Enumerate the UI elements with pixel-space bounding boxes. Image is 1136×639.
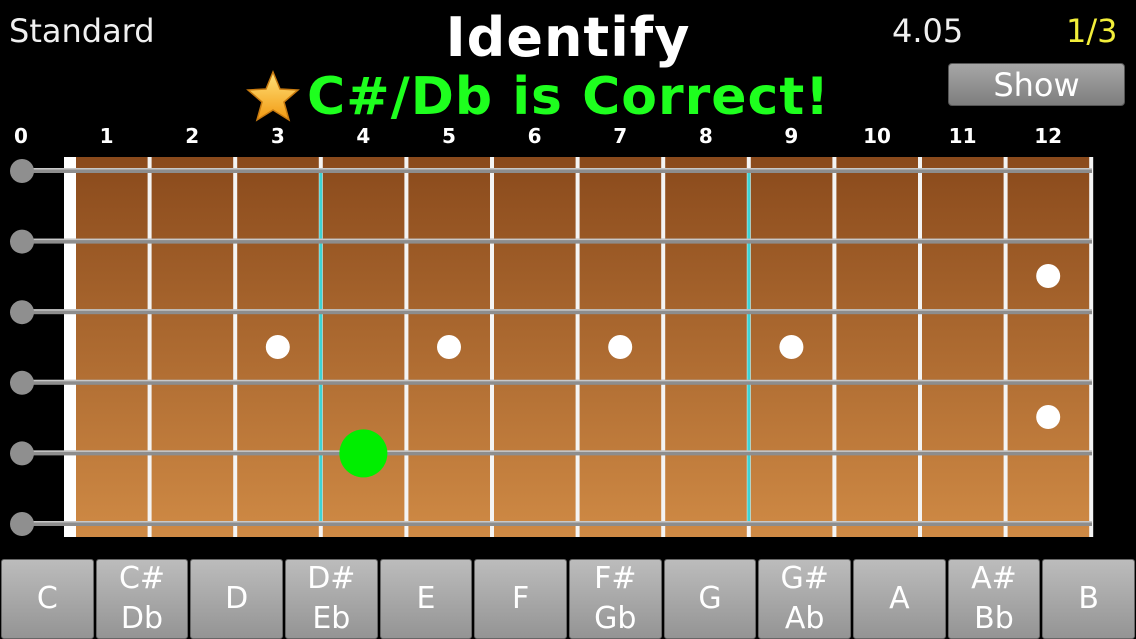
note-button[interactable]: A (853, 559, 946, 639)
string-highlight (22, 379, 1092, 382)
note-button-alt-label: Eb (312, 601, 351, 636)
string-highlight (22, 309, 1092, 311)
note-button[interactable]: F (474, 559, 567, 639)
string-peg (10, 441, 34, 466)
fret-wire (233, 157, 238, 537)
fret-wire (404, 157, 409, 537)
note-button-alt-label: Bb (974, 601, 1014, 636)
note-button-alt-label: Db (120, 601, 164, 636)
note-button[interactable]: A# Bb (947, 559, 1041, 639)
nut (64, 157, 76, 537)
string-highlight (22, 450, 1092, 452)
note-button[interactable]: D# Eb (285, 559, 378, 639)
note-button[interactable]: G (663, 559, 757, 639)
note-button[interactable]: E (379, 559, 473, 639)
note-button[interactable]: B (1042, 559, 1135, 639)
note-button[interactable]: F# Gb (569, 559, 662, 639)
inlay-dot (608, 335, 633, 359)
note-button-label: F# (594, 561, 637, 596)
note-button-alt-label: Gb (594, 601, 637, 636)
note-button-label: D# (307, 561, 356, 596)
fret-wire (575, 157, 580, 537)
fret-wire (1089, 157, 1094, 537)
note-button[interactable]: D (190, 559, 283, 639)
string-peg (10, 229, 34, 254)
inlay-dot (1036, 264, 1061, 288)
note-button-label: F (512, 581, 530, 616)
string-peg (10, 300, 34, 325)
note-button[interactable]: C (1, 559, 94, 639)
note-button-label: C (36, 581, 58, 616)
inlay-dot (1036, 405, 1061, 429)
note-button-label: C# (118, 561, 166, 596)
string-peg (10, 512, 34, 536)
fret-wire (490, 157, 494, 537)
note-button[interactable]: C# Db (95, 559, 189, 639)
note-button-label: B (1078, 581, 1099, 616)
string-highlight (22, 168, 1092, 170)
inlay-dot (779, 335, 804, 359)
note-button-label: E (416, 581, 436, 616)
note-button-label: G# (780, 561, 829, 596)
note-button-bar: C C# Db D D# Eb E F F# Gb G G# Ab A A# Bb B (0, 559, 1136, 639)
note-button-label: A (889, 581, 910, 616)
fretboard[interactable] (0, 0, 1136, 560)
inlay-dot (437, 335, 461, 359)
string-highlight (22, 521, 1092, 523)
string-peg (10, 159, 34, 183)
note-button[interactable]: G# Ab (758, 559, 851, 639)
note-button-label: A# (971, 561, 1017, 596)
note-button-alt-label: Ab (784, 601, 825, 636)
note-marker (339, 429, 388, 478)
fret-wire (661, 157, 666, 537)
fret-wire (832, 157, 837, 537)
string-peg (10, 370, 34, 395)
fret-wire (1003, 157, 1008, 537)
fret-wire (147, 157, 152, 537)
fret-wire (918, 157, 922, 537)
string-highlight (22, 238, 1092, 241)
note-button-label: D (225, 581, 249, 616)
note-button-label: G (698, 581, 722, 616)
inlay-dot (265, 335, 290, 359)
